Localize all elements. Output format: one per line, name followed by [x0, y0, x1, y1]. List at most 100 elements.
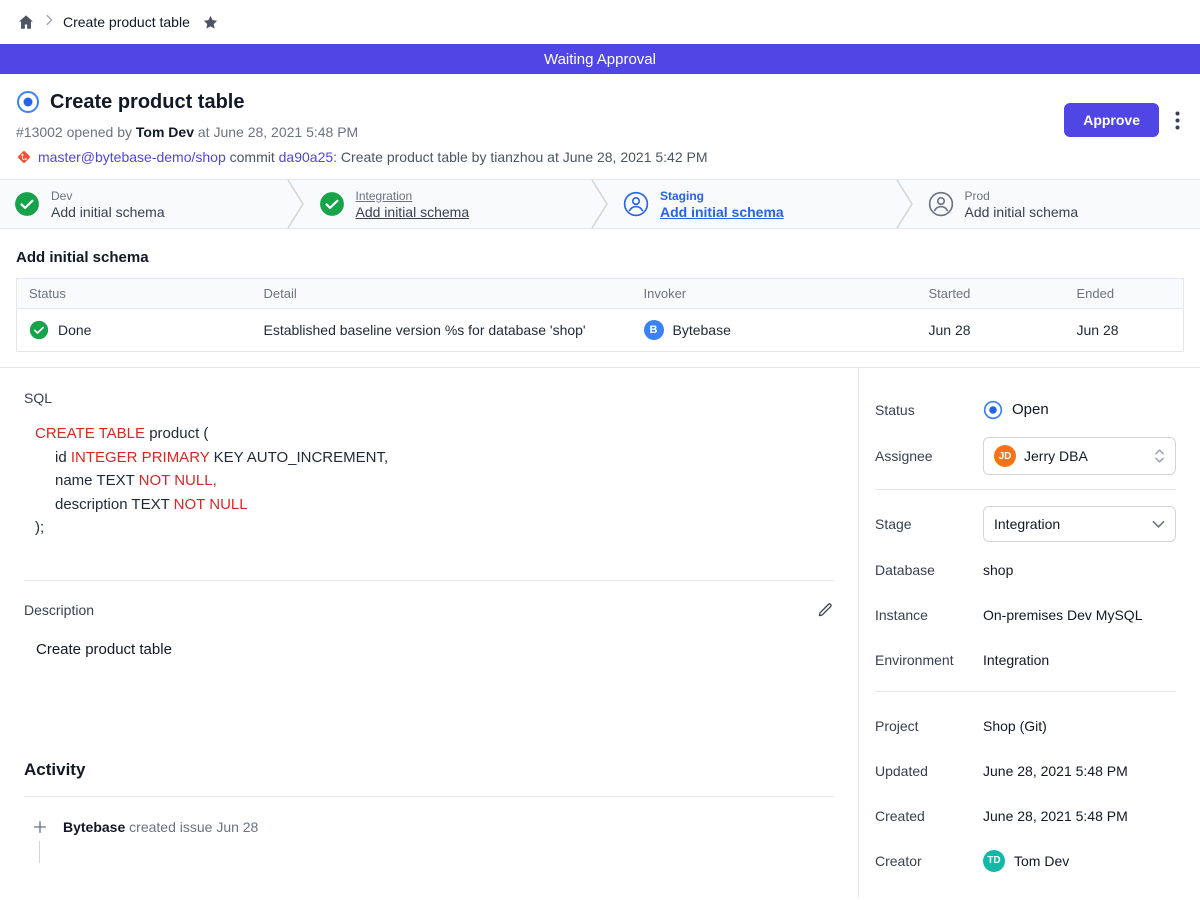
divider	[24, 796, 834, 797]
branch-link[interactable]: master@bytebase-demo/shop	[38, 149, 226, 165]
task-status: Done	[58, 322, 91, 338]
instance-value: On-premises Dev MySQL	[983, 607, 1142, 623]
stage-env-label[interactable]: Staging	[660, 189, 784, 203]
description-text: Create product table	[24, 641, 834, 658]
issue-meta: #13002 opened by Tom Dev at June 28, 202…	[16, 124, 1184, 140]
check-circle-icon	[14, 191, 40, 217]
star-icon[interactable]	[202, 14, 219, 31]
column-header-status: Status	[17, 279, 252, 309]
issue-author: Tom Dev	[136, 124, 194, 140]
approval-banner: Waiting Approval	[0, 44, 1200, 74]
main-panel: SQL CREATE TABLE product ( id INTEGER PR…	[0, 368, 858, 897]
assignee-avatar: JD	[994, 445, 1016, 467]
stage-env-link[interactable]: Integration	[356, 189, 470, 203]
breadcrumb: Create product table	[0, 0, 1200, 44]
edit-pencil-icon[interactable]	[816, 601, 834, 619]
sql-code: CREATE TABLE product ( id INTEGER PRIMAR…	[24, 422, 834, 540]
pipeline-stage-prod[interactable]: ProdAdd initial schema	[914, 180, 1200, 228]
sql-label: SQL	[24, 390, 834, 406]
person-circle-icon	[928, 191, 954, 217]
activity-author: Bytebase	[63, 819, 125, 835]
divider	[875, 691, 1176, 692]
pipeline-stage-dev[interactable]: DevAdd initial schema	[0, 180, 287, 228]
stage-env-label: Dev	[51, 189, 165, 203]
updated-row: Updated June 28, 2021 5:48 PM	[875, 753, 1176, 788]
pipeline-stage-integration[interactable]: IntegrationAdd initial schema	[305, 180, 592, 228]
assignee-label: Assignee	[875, 448, 983, 464]
select-chevrons-icon	[1154, 447, 1165, 465]
project-row: Project Shop (Git)	[875, 708, 1176, 743]
status-value: Open	[1012, 401, 1049, 418]
invoker-name: Bytebase	[673, 322, 731, 338]
activity-title: Activity	[24, 760, 834, 780]
created-value: June 28, 2021 5:48 PM	[983, 808, 1128, 824]
stage-select[interactable]: Integration	[983, 506, 1176, 542]
pipeline-stage-staging[interactable]: StagingAdd initial schema	[609, 180, 896, 228]
home-icon[interactable]	[17, 13, 35, 31]
instance-label: Instance	[875, 607, 983, 623]
task-ended: Jun 28	[1065, 309, 1184, 352]
database-row: Database shop	[875, 552, 1176, 587]
commit-hash-link[interactable]: da90a25	[279, 149, 334, 165]
person-circle-icon	[623, 191, 649, 217]
column-header-ended: Ended	[1065, 279, 1184, 309]
activity-item: Bytebase created issue Jun 28	[24, 819, 834, 835]
database-value: shop	[983, 562, 1013, 578]
stage-separator	[591, 180, 609, 228]
page-title: Create product table	[50, 91, 244, 114]
description-label: Description	[24, 602, 94, 618]
assignee-value: Jerry DBA	[1024, 448, 1088, 464]
task-started: Jun 28	[917, 309, 1065, 352]
approval-banner-text: Waiting Approval	[544, 51, 656, 68]
stage-task-link[interactable]: Add initial schema	[356, 204, 470, 220]
stage-task-label: Add initial schema	[51, 204, 165, 220]
creator-label: Creator	[875, 853, 983, 869]
creator-value: Tom Dev	[1014, 853, 1069, 869]
git-commit-icon	[16, 149, 32, 165]
check-circle-icon	[29, 320, 49, 340]
breadcrumb-chevron-icon	[44, 13, 54, 31]
stage-value: Integration	[994, 516, 1060, 532]
sidebar: Status Open Assignee JD Jerry DBA Stage …	[858, 368, 1200, 897]
environment-label: Environment	[875, 652, 983, 668]
stage-task-link[interactable]: Add initial schema	[660, 204, 784, 220]
column-header-invoker: Invoker	[632, 279, 917, 309]
divider	[24, 580, 834, 581]
creator-avatar: TD	[983, 850, 1005, 872]
updated-value: June 28, 2021 5:48 PM	[983, 763, 1128, 779]
status-label: Status	[875, 402, 983, 418]
issue-open-icon	[16, 90, 40, 114]
task-table: Status Detail Invoker Started Ended Done…	[16, 278, 1184, 352]
issue-header: Create product table #13002 opened by To…	[0, 74, 1200, 179]
created-row: Created June 28, 2021 5:48 PM	[875, 798, 1176, 833]
stage-env-label: Prod	[965, 189, 1079, 203]
table-row[interactable]: Done Established baseline version %s for…	[17, 309, 1184, 352]
kebab-menu-icon[interactable]	[1175, 111, 1180, 130]
chevron-down-icon	[1152, 520, 1165, 529]
stage-separator	[287, 180, 305, 228]
assignee-select[interactable]: JD Jerry DBA	[983, 437, 1176, 475]
stage-label: Stage	[875, 516, 983, 532]
open-status-icon	[983, 400, 1003, 420]
page: Create product table Waiting Approval Cr…	[0, 0, 1200, 900]
breadcrumb-current[interactable]: Create product table	[63, 14, 190, 30]
updated-label: Updated	[875, 763, 983, 779]
environment-row: Environment Integration	[875, 642, 1176, 677]
assignee-row: Assignee JD Jerry DBA	[875, 437, 1176, 475]
status-row: Status Open	[875, 392, 1176, 427]
approve-button[interactable]: Approve	[1064, 103, 1159, 137]
stage-task-label: Add initial schema	[965, 204, 1079, 220]
column-header-detail: Detail	[252, 279, 632, 309]
activity-text: Bytebase created issue Jun 28	[63, 819, 258, 835]
check-circle-icon	[319, 191, 345, 217]
divider	[875, 489, 1176, 490]
plus-icon[interactable]	[32, 819, 48, 835]
timeline-line	[39, 841, 40, 863]
instance-row: Instance On-premises Dev MySQL	[875, 597, 1176, 632]
project-value: Shop (Git)	[983, 718, 1047, 734]
database-label: Database	[875, 562, 983, 578]
task-detail: Established baseline version %s for data…	[252, 309, 632, 352]
creator-row: Creator TD Tom Dev	[875, 843, 1176, 878]
task-section-title: Add initial schema	[16, 249, 1184, 266]
invoker-avatar: B	[644, 320, 664, 340]
